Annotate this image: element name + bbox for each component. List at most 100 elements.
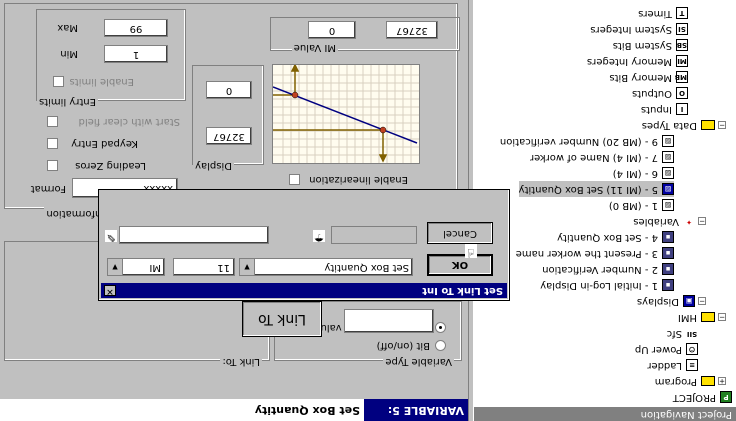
enable-linearization-checkbox[interactable]	[289, 174, 300, 185]
variable-number-tab: VARIABLE 5:	[364, 399, 468, 421]
description-field[interactable]	[119, 226, 269, 244]
display-bottom-field[interactable]: 32767	[206, 127, 252, 145]
start-clear-label: Start with clear field	[78, 116, 180, 127]
tree-item-timers[interactable]: T Timers	[638, 5, 688, 21]
variable-icon: ▨	[662, 167, 674, 179]
enable-linearization-label: Enable linearization	[309, 174, 408, 185]
close-icon[interactable]: ✕	[104, 285, 116, 296]
keypad-entry-label: Keypad Entry	[71, 138, 138, 149]
tree-item-display-2[interactable]: ▪ 2 - Number Verification	[542, 261, 674, 277]
tree-item-variable-7[interactable]: ▨ 7 - (MI 4) Name of worker	[530, 149, 674, 165]
tree-item-memory-integers[interactable]: MI Memory Integers	[587, 53, 688, 69]
graph-point-1	[379, 126, 387, 134]
max-label: Max	[57, 22, 78, 33]
sfc-icon: SII	[686, 327, 698, 339]
display-icon: ▪	[662, 263, 674, 275]
tree-item-inputs[interactable]: I Inputs	[641, 101, 688, 117]
tree-item-variable-1[interactable]: ▨ 1 - (MB 0)	[609, 197, 674, 213]
format-label: Format	[30, 183, 66, 194]
tree-root-label: PROJECT	[672, 392, 716, 403]
tree-root[interactable]: P PROJECT	[673, 389, 732, 405]
project-navigation: Project Navigation P PROJECT + Program ≡…	[474, 0, 736, 421]
tree-item-display-4[interactable]: ▪ 4 - Set Box Quantity	[557, 229, 674, 245]
entry-limits-title: Entry limits	[37, 95, 98, 107]
disabled-field	[331, 226, 417, 244]
variable-icon: ▨	[662, 135, 674, 147]
folder-icon	[701, 120, 715, 130]
link-to-field[interactable]	[344, 309, 434, 333]
outputs-icon: O	[676, 87, 688, 99]
tree-item-variable-5[interactable]: ▨ 5 - (MI 11) Set Box Quantity	[518, 181, 674, 197]
tree-item-system-bits[interactable]: SB System Bits	[613, 37, 688, 53]
system-integers-icon: SI	[676, 23, 688, 35]
display-icon: ▪	[662, 247, 674, 259]
enable-limits-checkbox[interactable]	[53, 76, 64, 87]
tree-item-sfc[interactable]: SII Sfc	[667, 325, 698, 341]
start-clear-checkbox[interactable]	[47, 116, 58, 127]
project-icon: P	[720, 391, 732, 403]
tree-item-variable-9[interactable]: ▨ 9 - (MB 20) Number verification	[500, 133, 674, 149]
graph-point-2	[291, 91, 299, 99]
variable-icon: ▨	[662, 183, 674, 195]
project-navigation-title: Project Navigation	[474, 407, 736, 421]
tree-item-display-1[interactable]: ▪ 1 - Initial Log-in Display	[540, 277, 674, 293]
memory-bits-icon: MB	[674, 71, 688, 83]
mi-value-left-field[interactable]: 0	[308, 21, 356, 39]
system-bits-icon: SB	[676, 39, 688, 51]
integer-radio[interactable]	[435, 322, 446, 333]
keypad-entry-checkbox[interactable]	[47, 138, 58, 149]
min-field[interactable]: 1	[104, 45, 168, 63]
inputs-icon: I	[676, 103, 688, 115]
displays-icon: ▣	[683, 295, 695, 307]
enable-limits-label: Enable limits	[69, 76, 134, 87]
graph-axis-lower	[273, 129, 384, 161]
memory-integers-icon: MI	[676, 55, 688, 67]
tree-item-system-integers[interactable]: SI System Integers	[590, 21, 688, 37]
set-link-dialog: Set Link To Int ✕ OK Cancel ☝ Set Box Qu…	[98, 189, 510, 301]
display-title: Display	[193, 159, 234, 171]
variables-icon: ✦	[683, 215, 695, 227]
lock-icon: ☂	[313, 230, 325, 244]
display-icon: ▪	[662, 279, 674, 291]
variable-name: Set Box Quantity	[254, 404, 360, 417]
link-to-button[interactable]: Link To	[242, 301, 322, 337]
tree-item-memory-bits[interactable]: MB Memory Bits	[609, 69, 688, 85]
leading-zeros-label: Leading Zeros	[75, 160, 146, 171]
mi-value-title: MI Value	[291, 41, 338, 53]
variable-icon: ▨	[662, 199, 674, 211]
leading-zeros-checkbox[interactable]	[47, 160, 58, 171]
bit-radio[interactable]	[435, 340, 446, 351]
tree-item-display-3[interactable]: ▪ 3 - Present the worker name	[516, 245, 674, 261]
chevron-down-icon[interactable]: ▼	[108, 259, 123, 275]
variable-name-combo[interactable]: Set Box Quantity ▼	[239, 258, 413, 276]
hand-cursor-icon: ☝	[465, 244, 477, 260]
power-up-icon: ⏻	[686, 343, 698, 355]
cancel-button[interactable]: Cancel	[427, 222, 493, 244]
variable-type-title: Variable Type	[383, 355, 454, 367]
max-field[interactable]: 99	[104, 19, 168, 37]
dialog-title: Set Link To Int ✕	[101, 283, 507, 298]
display-top-field[interactable]: 0	[206, 81, 252, 99]
tree-item-variable-6[interactable]: ▨ 6 - (MI 4)	[613, 165, 674, 181]
tree-item-ladder[interactable]: ≡ Ladder	[647, 357, 698, 373]
tree-item-variables[interactable]: − ✦ Variables	[633, 213, 706, 229]
min-label: Min	[60, 48, 78, 59]
display-icon: ▪	[662, 231, 674, 243]
tree-item-power-up[interactable]: ⏻ Power Up	[635, 341, 698, 357]
variable-number-field[interactable]: 11	[173, 258, 235, 276]
tree-item-data-types[interactable]: − Data Types	[642, 117, 726, 133]
ladder-icon: ≡	[686, 359, 698, 371]
ok-button[interactable]: OK	[427, 254, 493, 276]
tree-item-outputs[interactable]: O Outputs	[632, 85, 688, 101]
chevron-down-icon[interactable]: ▼	[240, 259, 255, 275]
tree-item-hmi[interactable]: − HMI	[678, 309, 726, 325]
bit-radio-label: Bit (on/off)	[376, 340, 430, 351]
linearization-graph	[272, 64, 420, 164]
tree-item-displays[interactable]: − ▣ Displays	[637, 293, 706, 309]
mi-value-right-field[interactable]: 32767	[386, 21, 438, 39]
variable-type-combo[interactable]: MI ▼	[107, 258, 165, 276]
link-to-title: Link To:	[220, 355, 262, 367]
variable-icon: ▨	[662, 151, 674, 163]
tree-item-program[interactable]: + Program	[655, 373, 726, 389]
edit-icon: ✎	[105, 230, 117, 244]
